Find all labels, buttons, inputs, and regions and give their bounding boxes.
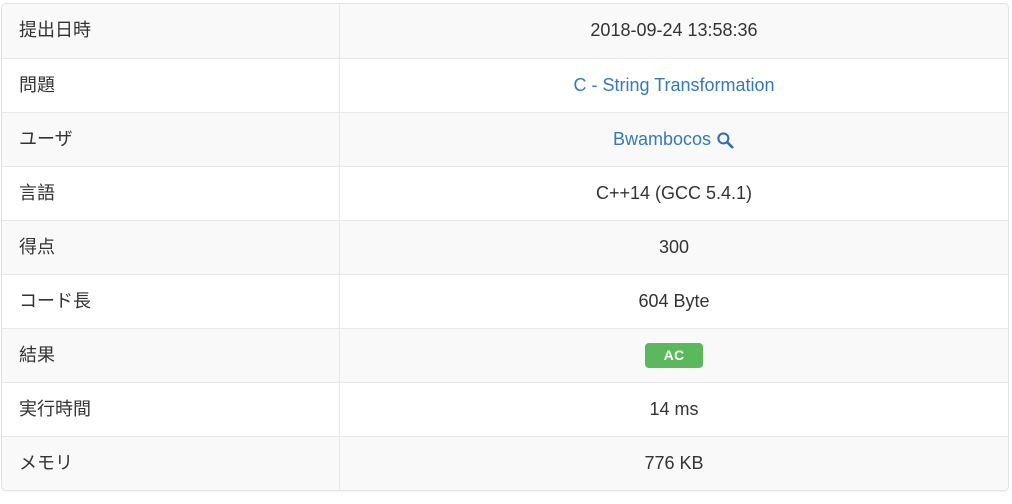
row-label-execution-time: 実行時間 — [2, 382, 340, 436]
row-value-memory: 776 KB — [340, 436, 1008, 490]
problem-link[interactable]: C - String Transformation — [573, 75, 774, 95]
row-value-execution-time: 14 ms — [340, 382, 1008, 436]
row-label-submission-time: 提出日時 — [2, 4, 340, 58]
row-value-user: Bwambocos — [340, 112, 1008, 166]
row-value-language: C++14 (GCC 5.4.1) — [340, 166, 1008, 220]
submission-info-table: 提出日時 2018-09-24 13:58:36 問題 C - String T… — [1, 3, 1009, 491]
table-row: 結果 AC — [2, 328, 1008, 382]
row-label-user: ユーザ — [2, 112, 340, 166]
table-row: 問題 C - String Transformation — [2, 58, 1008, 112]
table-row: 言語 C++14 (GCC 5.4.1) — [2, 166, 1008, 220]
row-value-code-length: 604 Byte — [340, 274, 1008, 328]
submission-info-panel: 提出日時 2018-09-24 13:58:36 問題 C - String T… — [1, 0, 1011, 491]
row-value-result: AC — [340, 328, 1008, 382]
row-value-problem: C - String Transformation — [340, 58, 1008, 112]
table-row: 提出日時 2018-09-24 13:58:36 — [2, 4, 1008, 58]
row-label-language: 言語 — [2, 166, 340, 220]
table-row: ユーザ Bwambocos — [2, 112, 1008, 166]
row-label-problem: 問題 — [2, 58, 340, 112]
table-row: 得点 300 — [2, 220, 1008, 274]
row-label-result: 結果 — [2, 328, 340, 382]
row-value-submission-time: 2018-09-24 13:58:36 — [340, 4, 1008, 58]
row-label-memory: メモリ — [2, 436, 340, 490]
user-cell: Bwambocos — [613, 128, 735, 151]
user-link[interactable]: Bwambocos — [613, 128, 711, 151]
table-row: メモリ 776 KB — [2, 436, 1008, 490]
row-value-score: 300 — [340, 220, 1008, 274]
row-label-code-length: コード長 — [2, 274, 340, 328]
search-icon[interactable] — [715, 130, 735, 150]
table-row: 実行時間 14 ms — [2, 382, 1008, 436]
table-row: コード長 604 Byte — [2, 274, 1008, 328]
status-badge: AC — [645, 343, 703, 368]
row-label-score: 得点 — [2, 220, 340, 274]
